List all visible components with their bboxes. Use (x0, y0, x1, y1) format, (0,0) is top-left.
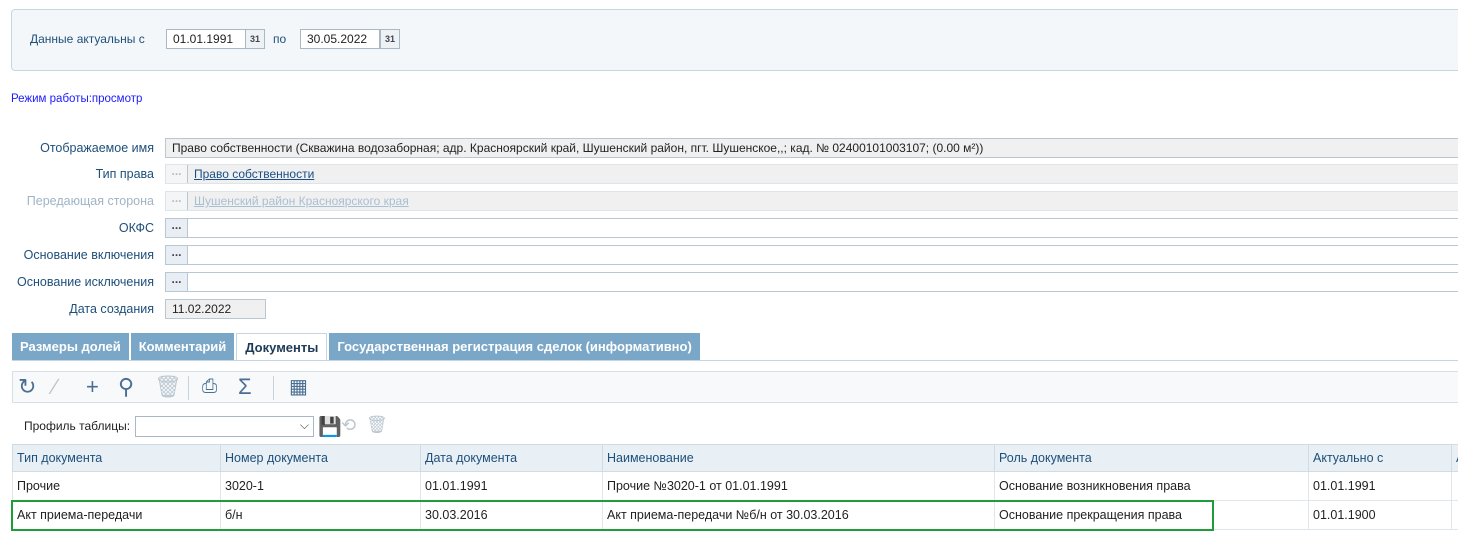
tab-shares[interactable]: Размеры долей (12, 333, 129, 361)
okfs-select-button[interactable]: ... (166, 219, 188, 237)
okfs-field[interactable]: ... (165, 218, 1458, 238)
tab-bar: Размеры долей Комментарий Документы Госу… (12, 333, 702, 361)
column-header[interactable]: Актуально с (1308, 444, 1452, 472)
table-cell (1451, 471, 1458, 501)
right-type-label: Тип права (95, 167, 154, 181)
chevron-down-icon: ⌵ (299, 418, 309, 432)
column-header[interactable]: Дата документа (420, 444, 603, 472)
tab-registration[interactable]: Государственная регистрация сделок (инфо… (329, 333, 700, 361)
exclusion-field[interactable]: ... (165, 272, 1458, 292)
transferring-party-field: ... Шушенский район Красноярского края (165, 191, 1458, 211)
to-label: по (273, 32, 287, 46)
display-name-field: Право собственности (Скважина водозаборн… (165, 138, 1458, 158)
mode-text: Режим работы:просмотр (11, 93, 143, 105)
table-cell: 01.01.1900 (1308, 500, 1452, 530)
reset-profile-icon: ⟲ (341, 415, 357, 435)
okfs-label: ОКФС (118, 221, 154, 235)
column-header[interactable]: А (1451, 444, 1458, 472)
right-type-field: ... Право собственности (165, 164, 1458, 184)
transferring-select-button: ... (166, 192, 188, 210)
table-cell: 01.01.1991 (420, 471, 603, 501)
column-header[interactable]: Роль документа (994, 444, 1309, 472)
created-date-label: Дата создания (69, 302, 154, 316)
table-header-row: Тип документа Номер документа Дата докум… (12, 444, 1458, 472)
toolbar: ↻ ∕ + ⚲ 🗑 ⎙ Σ ▦ (12, 371, 1458, 403)
display-name-label: Отображаемое имя (40, 141, 154, 155)
column-header[interactable]: Тип документа (12, 444, 221, 472)
exclusion-label: Основание исключения (17, 275, 154, 289)
table-cell: 01.01.1991 (1308, 471, 1452, 501)
inclusion-select-button[interactable]: ... (166, 246, 188, 264)
table-cell (1451, 500, 1458, 530)
table-cell: Прочие (12, 471, 221, 501)
table-cell: Основание возникновения права (994, 471, 1309, 501)
calendar-from-icon[interactable]: 31 (245, 29, 265, 49)
calendar-to-icon[interactable]: 31 (380, 29, 400, 49)
table-profile-label: Профиль таблицы: (24, 419, 131, 433)
filter-label: Данные актуальны с (30, 32, 145, 46)
right-type-link[interactable]: Право собственности (188, 167, 314, 181)
inclusion-field[interactable]: ... (165, 245, 1458, 265)
add-icon[interactable]: + (86, 376, 99, 398)
toolbar-separator (273, 376, 274, 400)
table-settings-icon[interactable]: ▦ (289, 376, 308, 398)
tab-comment[interactable]: Комментарий (130, 333, 235, 361)
row-highlight-box (11, 500, 1214, 531)
delete-icon: 🗑 (154, 374, 182, 399)
sum-icon[interactable]: Σ (238, 376, 252, 398)
save-profile-icon[interactable]: 💾 (318, 415, 342, 439)
table-cell: 3020-1 (220, 471, 421, 501)
print-icon[interactable]: ⎙ (202, 376, 217, 398)
attach-icon[interactable]: ⚲ (118, 376, 134, 398)
delete-profile-icon: 🗑 (366, 415, 388, 434)
date-from-input[interactable]: 01.01.1991 (166, 29, 246, 49)
toolbar-separator (188, 376, 189, 400)
created-date-field: 11.02.2022 (165, 299, 266, 319)
exclusion-select-button[interactable]: ... (166, 273, 188, 291)
inclusion-label: Основание включения (23, 248, 154, 262)
edit-icon: ∕ (53, 374, 57, 399)
table-cell: Прочие №3020-1 от 01.01.1991 (602, 471, 995, 501)
table-row[interactable]: Прочие 3020-1 01.01.1991 Прочие №3020-1 … (12, 471, 1458, 501)
column-header[interactable]: Наименование (602, 444, 995, 472)
refresh-icon[interactable]: ↻ (18, 376, 36, 398)
right-type-select-button: ... (166, 165, 188, 183)
tab-documents[interactable]: Документы (236, 333, 328, 361)
tab-divider (12, 360, 1458, 361)
date-to-input[interactable]: 30.05.2022 (300, 29, 380, 49)
table-profile-select[interactable]: ⌵ (135, 416, 314, 437)
transferring-party-link: Шушенский район Красноярского края (194, 194, 409, 208)
transferring-party-label: Передающая сторона (26, 194, 154, 208)
column-header[interactable]: Номер документа (220, 444, 421, 472)
